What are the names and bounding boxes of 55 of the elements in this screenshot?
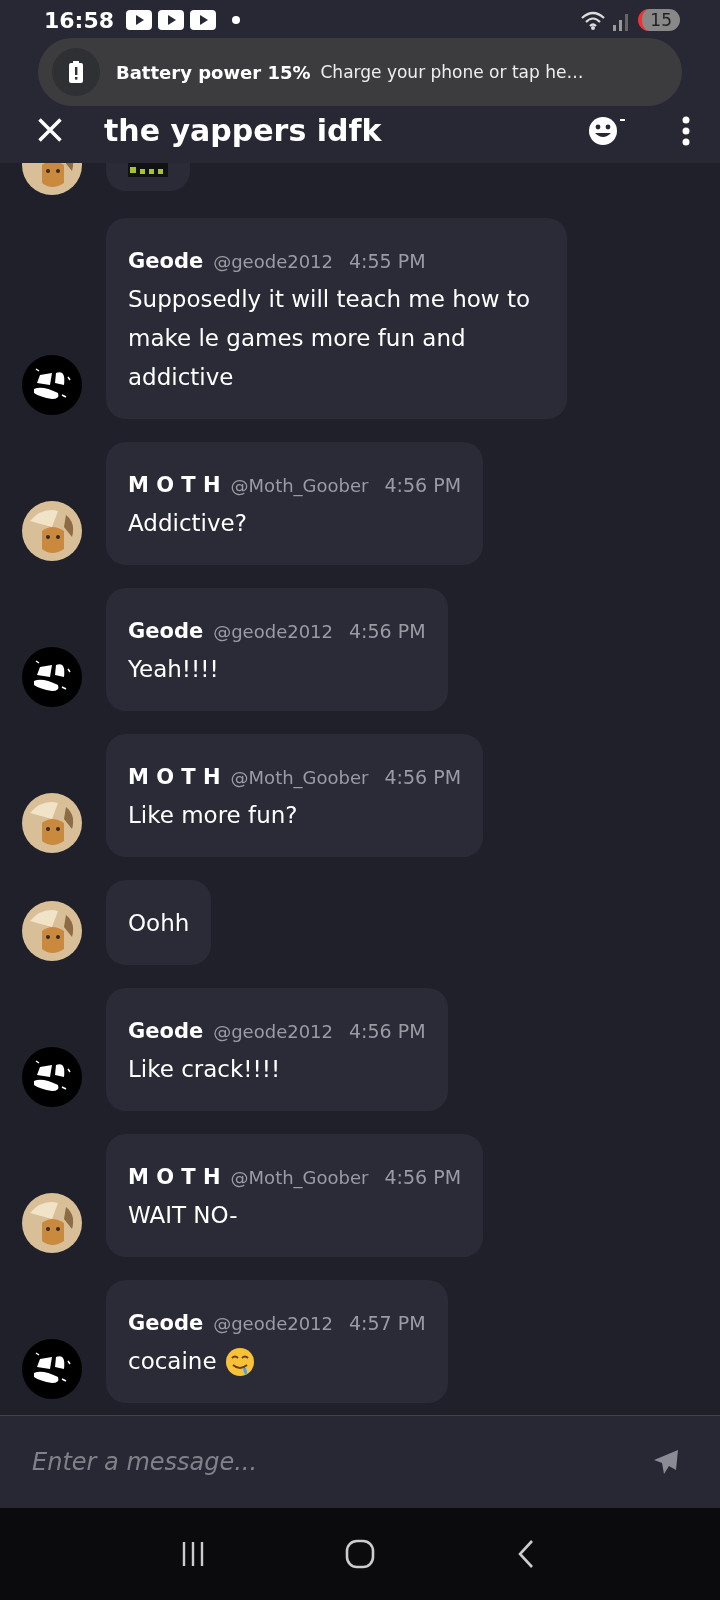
notification-banner[interactable]: Battery power 15% Charge your phone or tap he… [38, 38, 682, 106]
message-time: 4:56 PM [349, 1019, 426, 1044]
avatar[interactable] [22, 901, 82, 961]
author-name: M O T H [128, 1164, 221, 1191]
avatar[interactable] [22, 1339, 82, 1399]
battery-alert-icon [69, 61, 83, 83]
message-time: 4:55 PM [349, 249, 426, 274]
message-text: Supposedly it will teach me how to make le games more fun and addictive [128, 285, 532, 392]
avatar[interactable] [22, 355, 82, 415]
author-handle: @geode2012 [213, 1312, 333, 1336]
message-text: Addictive? [128, 509, 247, 538]
message-text: WAIT NO- [128, 1201, 238, 1230]
message-composer[interactable]: Enter a message... [0, 1415, 720, 1508]
author-handle: @Moth_Goober [230, 1166, 369, 1191]
video-app-icon [158, 10, 185, 30]
emoji-icon[interactable] [588, 116, 626, 146]
author-name: Geode [128, 248, 204, 275]
message-text: Oohh [128, 909, 190, 938]
avatar[interactable] [22, 1193, 82, 1253]
video-app-icon [126, 10, 153, 30]
more-options-icon[interactable] [682, 116, 690, 146]
video-app-icon [190, 10, 217, 30]
message-time: 4:56 PM [384, 765, 462, 790]
wifi-icon [580, 9, 607, 31]
status-time: 16:58 [44, 7, 115, 33]
author-name: Geode [128, 1310, 204, 1337]
message-input[interactable]: Enter a message... [30, 1447, 652, 1477]
message-time: 4:56 PM [349, 619, 426, 644]
message-time: 4:56 PM [384, 473, 462, 498]
author-handle: @Moth_Goober [230, 766, 369, 791]
author-name: Geode [128, 1018, 204, 1045]
author-name: M O T H [128, 472, 221, 499]
author-name: M O T H [128, 764, 221, 791]
message-text: Like more fun? [128, 801, 298, 830]
chat-title: the yappers idfk [104, 112, 382, 150]
message-time: 4:57 PM [349, 1311, 426, 1336]
avatar[interactable] [22, 1047, 82, 1107]
author-handle: @geode2012 [213, 1020, 333, 1044]
author-handle: @geode2012 [213, 620, 333, 644]
author-handle: @Moth_Goober [230, 474, 369, 499]
avatar[interactable] [22, 793, 82, 853]
notification-dot-icon [232, 16, 241, 24]
battery-level: 15 [638, 9, 680, 31]
message-text: Yeah!!!! [128, 655, 219, 684]
home-icon[interactable] [345, 1539, 375, 1569]
avatar[interactable] [22, 647, 82, 707]
avatar[interactable] [22, 501, 82, 561]
notification-text: Charge your phone or tap he… [320, 62, 584, 82]
notification-title: Battery power 15% [116, 61, 311, 83]
send-icon[interactable] [652, 1448, 680, 1476]
message-time: 4:56 PM [384, 1165, 462, 1190]
message-text: cocaine [128, 1347, 217, 1376]
author-handle: @geode2012 [213, 250, 333, 274]
author-name: Geode [128, 618, 204, 645]
message-text: Like crack!!!! [128, 1055, 281, 1084]
